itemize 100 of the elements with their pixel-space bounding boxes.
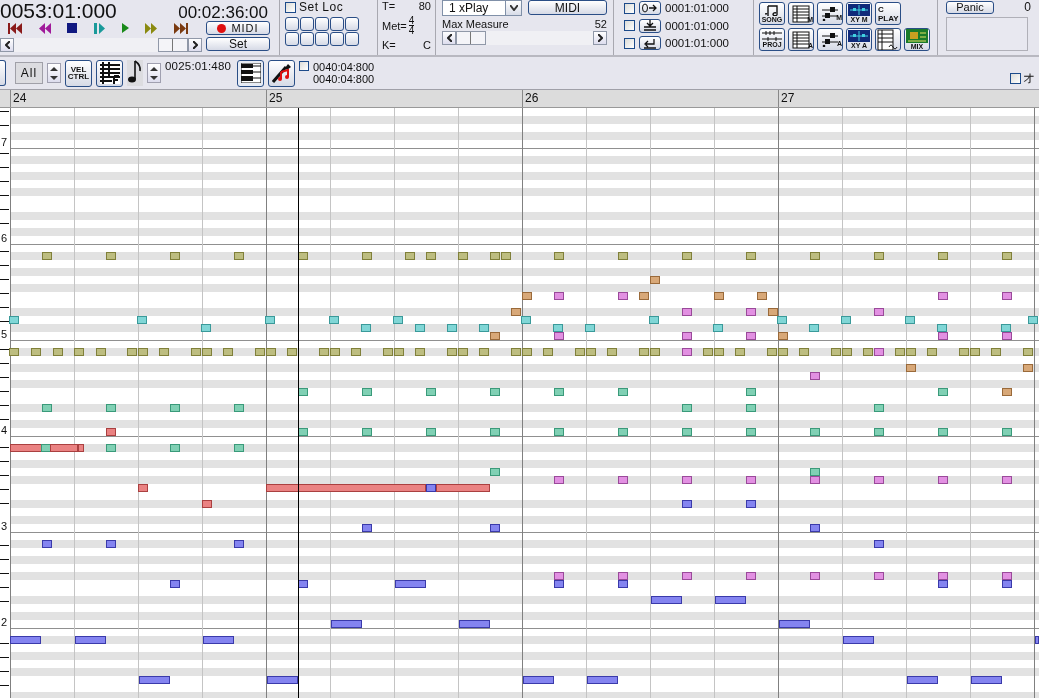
eighth-note-icon[interactable] xyxy=(127,60,143,86)
up-icon xyxy=(150,66,158,71)
caret-icon xyxy=(509,5,518,11)
position-time: 0053:01:000 xyxy=(0,0,117,21)
max-measure-label: Max Measure xyxy=(442,18,509,30)
scrollbar-thumb[interactable] xyxy=(158,38,188,52)
octave-label: 5 xyxy=(1,328,8,340)
snap-time: 0025:01:480 xyxy=(165,60,233,72)
meter-numerator: 4 xyxy=(408,16,415,26)
note-block[interactable] xyxy=(298,388,308,396)
scroll-left-button[interactable] xyxy=(0,38,14,52)
speed-dropdown[interactable]: 1 xPlay xyxy=(442,0,522,16)
stop-icon[interactable] xyxy=(67,23,78,33)
track-field[interactable]: All xyxy=(15,62,43,84)
checkbox[interactable] xyxy=(299,61,309,71)
set-button[interactable]: Set xyxy=(206,37,270,51)
locator-slot-button[interactable] xyxy=(315,32,329,46)
locator-slot-button[interactable] xyxy=(285,17,299,31)
note-pencil-icon xyxy=(271,63,292,83)
scroll-right-button[interactable] xyxy=(593,31,607,45)
view-button[interactable]: C PLAY xyxy=(875,2,901,25)
panic-button[interactable]: Panic xyxy=(946,0,994,14)
view-button[interactable] xyxy=(875,28,901,51)
midi-button[interactable]: MIDI xyxy=(206,21,270,35)
skip-to-start-icon[interactable] xyxy=(8,22,23,34)
measure-number: 25 xyxy=(269,91,283,105)
staff-view-button[interactable] xyxy=(96,59,123,87)
spin-buttons[interactable] xyxy=(147,63,161,83)
range-end-time: 0040:04:800 xyxy=(313,73,375,85)
locator-slot-button[interactable] xyxy=(330,32,344,46)
list-wave-icon xyxy=(877,29,899,50)
marker-time: 0001:01:000 xyxy=(665,37,729,49)
scrollbar-thumb[interactable] xyxy=(456,31,486,45)
octave-label: 6 xyxy=(1,232,8,244)
note-block[interactable] xyxy=(298,428,308,436)
checkbox[interactable] xyxy=(285,1,296,13)
chevron-left-icon xyxy=(4,41,10,49)
octave-label: 7 xyxy=(1,136,8,148)
marker-button[interactable] xyxy=(639,18,661,33)
octave-label: 4 xyxy=(1,424,8,436)
locator-slot-button[interactable] xyxy=(330,17,344,31)
locator-slot-button[interactable] xyxy=(345,32,359,46)
checkbox[interactable] xyxy=(1010,73,1021,84)
elapsed-time: 00:02:36:00 xyxy=(178,3,268,23)
chevron-right-icon xyxy=(192,41,198,49)
xy-pad-icon xyxy=(848,30,870,42)
circuit-board-icon xyxy=(906,29,928,43)
fast-forward-icon[interactable] xyxy=(145,22,158,34)
music-note-icon xyxy=(765,4,779,16)
locator-slot-button[interactable] xyxy=(285,32,299,46)
octave-label: 3 xyxy=(1,520,8,532)
zero-arrow-icon xyxy=(642,3,658,13)
tempo-value: 80 xyxy=(418,0,431,12)
note-block[interactable] xyxy=(298,580,308,588)
range-start-time: 0040:04:800 xyxy=(313,61,375,73)
skip-to-end-icon[interactable] xyxy=(173,22,188,34)
arrow-down-bar-icon xyxy=(643,20,657,31)
vel-ctrl-button[interactable]: VEL CTRL xyxy=(65,59,92,87)
option-label: オ xyxy=(1023,70,1035,87)
measure-number: 26 xyxy=(525,91,539,105)
tempo-label: T= xyxy=(382,0,396,12)
meter-label: Met= xyxy=(382,19,407,32)
marker-button[interactable] xyxy=(639,1,661,15)
checkbox[interactable] xyxy=(624,2,635,14)
panic-count: 0 xyxy=(1024,0,1031,14)
locator-slot-button[interactable] xyxy=(345,17,359,31)
rewind-icon[interactable] xyxy=(38,22,51,34)
piano-roll-view-button[interactable] xyxy=(237,59,264,87)
scrollbar[interactable] xyxy=(0,38,202,52)
max-measure-value: 52 xyxy=(594,18,607,30)
checkbox[interactable] xyxy=(624,20,635,31)
scrollbar[interactable] xyxy=(442,31,607,45)
locator-slot-button[interactable] xyxy=(300,17,314,31)
toolbar-button[interactable] xyxy=(0,60,6,86)
key-value: C xyxy=(423,39,431,51)
measure-number: 27 xyxy=(781,91,795,105)
chevron-left-icon xyxy=(446,34,452,42)
marker-time: 0001:01:000 xyxy=(665,2,729,14)
spin-buttons[interactable] xyxy=(47,63,61,83)
locator-slot-button[interactable] xyxy=(315,17,329,31)
measure-number: 24 xyxy=(13,91,27,105)
up-icon xyxy=(50,66,58,71)
meter-denominator: 4 xyxy=(408,26,415,35)
scroll-right-button[interactable] xyxy=(188,38,202,52)
note-block[interactable] xyxy=(298,252,308,260)
chevron-right-icon xyxy=(597,34,603,42)
locator-slot-button[interactable] xyxy=(300,32,314,46)
scroll-left-button[interactable] xyxy=(442,31,456,45)
play-icon[interactable] xyxy=(121,23,129,33)
checkbox[interactable] xyxy=(624,37,635,49)
note-pencil-button[interactable] xyxy=(268,59,295,87)
return-arrow-icon xyxy=(643,37,657,49)
fader-icon xyxy=(821,32,839,47)
step-play-icon[interactable] xyxy=(93,22,105,34)
key-label: K= xyxy=(382,39,396,51)
marker-time: 0001:01:000 xyxy=(665,19,729,32)
marker-button[interactable] xyxy=(639,36,661,50)
piano-keys-icon xyxy=(240,63,261,83)
track-lines-icon xyxy=(762,31,782,41)
midi-button[interactable]: MIDI xyxy=(528,0,607,15)
